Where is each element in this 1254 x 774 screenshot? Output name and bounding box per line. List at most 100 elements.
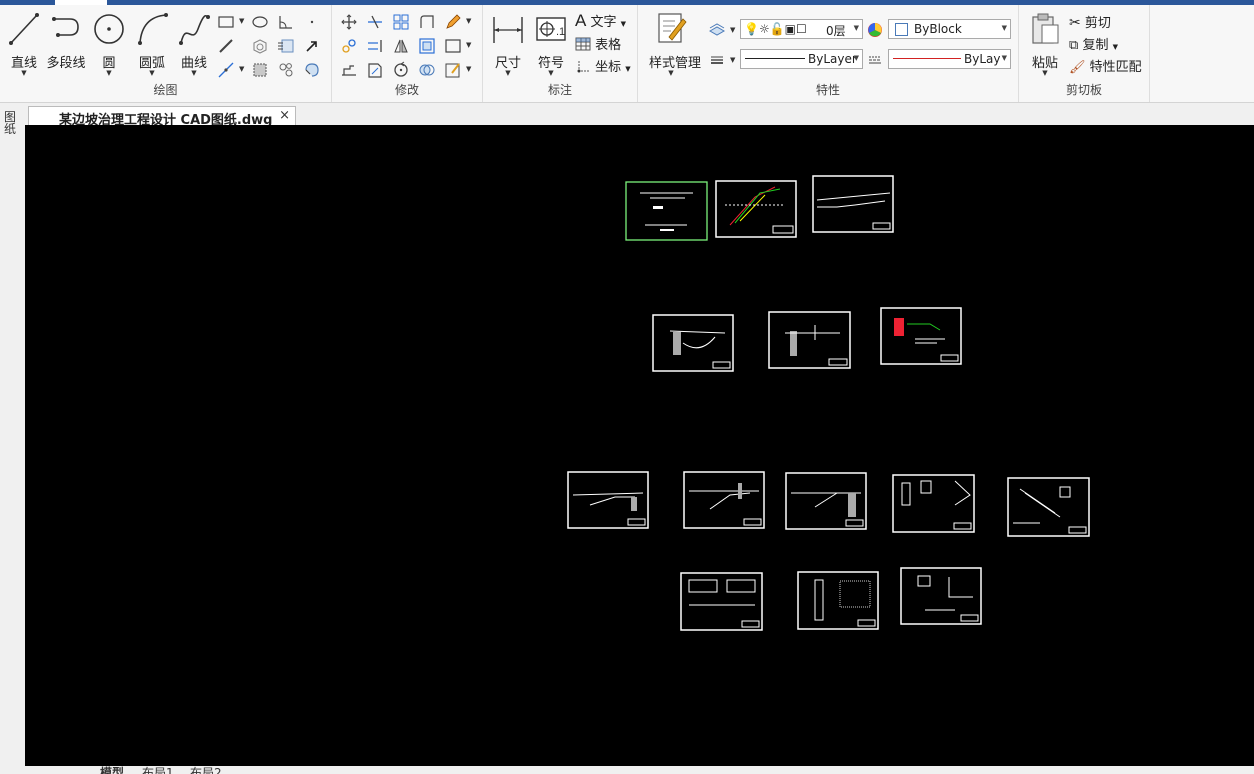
xline-icon[interactable]	[217, 37, 235, 55]
chevron-down-icon[interactable]: ▼	[1113, 43, 1118, 51]
chevron-down-icon[interactable]: ▼	[1002, 54, 1007, 62]
dimension-button[interactable]: 尺寸 ▼	[491, 11, 525, 77]
construction-line-icon[interactable]	[217, 61, 235, 79]
chevron-down-icon[interactable]: ▼	[136, 69, 168, 77]
drawing-sheet[interactable]	[768, 311, 851, 369]
drawing-canvas[interactable]	[25, 125, 1254, 766]
polyline-button[interactable]: 多段线	[46, 11, 86, 75]
lineweight-preview	[893, 58, 961, 59]
chevron-down-icon[interactable]: ▼	[466, 65, 471, 73]
join-icon[interactable]	[418, 61, 436, 79]
pencil-icon[interactable]	[444, 13, 462, 31]
chevron-down-icon[interactable]: ▼	[655, 69, 687, 77]
scissors-icon: ✂	[1069, 15, 1081, 31]
chevron-down-icon[interactable]: ▼	[730, 26, 735, 34]
style-manager-button[interactable]: 样式管理 ▼	[649, 11, 701, 77]
chevron-down-icon[interactable]: ▼	[625, 65, 630, 73]
side-panel[interactable]: 图纸	[0, 103, 25, 774]
offset-box-icon[interactable]	[444, 37, 462, 55]
drawing-sheet[interactable]	[785, 472, 867, 530]
drawing-sheet[interactable]	[797, 571, 879, 630]
close-icon[interactable]: ×	[279, 108, 290, 123]
rotate-icon[interactable]	[392, 61, 410, 79]
drawing-sheet[interactable]	[892, 474, 975, 533]
layer-state-icons: 💡☼🔓▣☐	[744, 22, 807, 36]
drawing-sheet[interactable]	[715, 180, 797, 238]
gradient-icon[interactable]	[277, 61, 295, 79]
chevron-down-icon[interactable]: ▼	[854, 54, 859, 62]
drawing-sheet[interactable]	[567, 471, 649, 529]
fillet-icon[interactable]	[418, 13, 436, 31]
chevron-down-icon[interactable]: ▼	[1029, 69, 1061, 77]
match-properties-button[interactable]: 🖌 特性匹配	[1069, 56, 1142, 75]
text-button[interactable]: A 文字 ▼	[575, 11, 626, 31]
explode-icon[interactable]	[418, 37, 436, 55]
drawing-sheet[interactable]	[683, 471, 765, 529]
line-button[interactable]: 直线 ▼	[8, 11, 40, 77]
color-combo[interactable]: ByBlock ▼	[888, 19, 1011, 39]
point-icon[interactable]	[303, 13, 321, 31]
trim-icon[interactable]	[366, 13, 384, 31]
chevron-down-icon[interactable]: ▼	[621, 20, 626, 28]
drawing-sheet[interactable]	[1007, 477, 1090, 537]
lineweight-combo[interactable]: ByLay ▼	[888, 49, 1011, 69]
coordinate-button[interactable]: 坐标 ▼	[575, 56, 631, 75]
chevron-down-icon[interactable]: ▼	[854, 24, 859, 32]
symbol-button[interactable]: .1 符号 ▼	[535, 11, 567, 77]
layout-tab-model[interactable]: 模型	[100, 766, 124, 774]
chevron-down-icon[interactable]: ▼	[535, 69, 567, 77]
rectangle-icon[interactable]	[217, 13, 235, 31]
drawing-sheet[interactable]	[880, 307, 962, 365]
wipeout-icon[interactable]	[277, 37, 295, 55]
stretch-icon[interactable]	[340, 61, 358, 79]
chevron-down-icon[interactable]: ▼	[1002, 24, 1007, 32]
layout-tab-layout2[interactable]: 布局2	[190, 766, 222, 774]
copy-object-icon[interactable]	[340, 37, 358, 55]
table-button[interactable]: 表格	[575, 34, 621, 53]
chevron-down-icon[interactable]: ▼	[466, 41, 471, 49]
curve-button[interactable]: 曲线 ▼	[178, 11, 210, 77]
edit-properties-icon[interactable]	[444, 61, 462, 79]
cut-button[interactable]: ✂ 剪切	[1069, 12, 1111, 31]
layer-combo[interactable]: 💡☼🔓▣☐ 0层 ▼	[740, 19, 863, 39]
drawing-sheet[interactable]	[900, 567, 982, 625]
drawing-sheet[interactable]	[812, 175, 894, 233]
layer-properties-icon[interactable]	[708, 21, 726, 39]
sheet-panel-label[interactable]: 图纸	[4, 111, 20, 135]
ellipse-icon[interactable]	[251, 13, 269, 31]
properties-group-label: 特性	[815, 83, 840, 97]
pointer-arrow-icon[interactable]	[303, 37, 321, 55]
line-pattern-icon[interactable]	[866, 51, 884, 69]
scale-icon[interactable]	[366, 61, 384, 79]
chevron-down-icon[interactable]: ▼	[178, 69, 210, 77]
circle-button[interactable]: 圆 ▼	[93, 11, 125, 77]
clipboard-group-label: 剪切板	[1065, 83, 1102, 97]
array-icon[interactable]	[392, 13, 410, 31]
drawing-sheet[interactable]	[680, 572, 763, 631]
copy-button[interactable]: ⧉ 复制 ▼	[1069, 34, 1118, 53]
paste-button[interactable]: 粘贴 ▼	[1029, 11, 1061, 77]
boundary-icon[interactable]	[303, 61, 321, 79]
region-icon[interactable]	[251, 37, 269, 55]
lineweight-icon[interactable]	[708, 51, 726, 69]
extend-icon[interactable]	[366, 37, 384, 55]
chevron-down-icon[interactable]: ▼	[730, 56, 735, 64]
hatch-icon[interactable]	[251, 61, 269, 79]
angle-icon[interactable]	[277, 13, 295, 31]
chevron-down-icon[interactable]: ▼	[239, 65, 244, 73]
document-tab[interactable]: 某边坡治理工程设计 CAD图纸.dwg ×	[28, 106, 296, 128]
move-icon[interactable]	[340, 13, 358, 31]
chevron-down-icon[interactable]: ▼	[239, 17, 244, 25]
layout-tab-layout1[interactable]: 布局1	[142, 766, 174, 774]
chevron-down-icon[interactable]: ▼	[491, 69, 525, 77]
color-wheel-icon[interactable]	[866, 21, 884, 39]
drawing-sheet[interactable]	[625, 181, 708, 241]
arc-button[interactable]: 圆弧 ▼	[136, 11, 168, 77]
chevron-down-icon[interactable]: ▼	[8, 69, 40, 77]
draw-group-label: 绘图	[153, 83, 178, 97]
chevron-down-icon[interactable]: ▼	[93, 69, 125, 77]
chevron-down-icon[interactable]: ▼	[466, 17, 471, 25]
linetype-combo[interactable]: ByLayer ▼	[740, 49, 863, 69]
mirror-icon[interactable]	[392, 37, 410, 55]
drawing-sheet[interactable]	[652, 314, 734, 372]
